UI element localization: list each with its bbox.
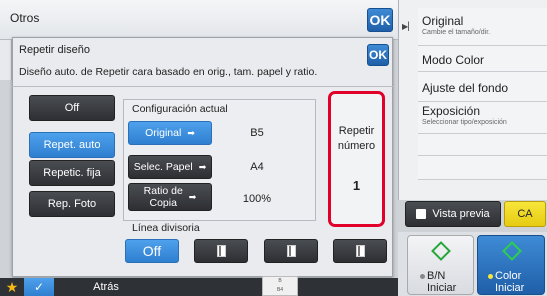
repeat-count-value: 1 (352, 178, 361, 193)
current-config-title: Configuración actual (132, 103, 228, 115)
copy-ratio-button[interactable]: Ratio de Copia ➡ (128, 183, 212, 211)
bw-dot-icon (420, 274, 425, 279)
panel-expand-icon[interactable]: ▶▏ (402, 22, 414, 31)
bw-start-label: B/N Iniciar (420, 270, 456, 294)
panel-item-empty (418, 156, 547, 180)
preview-button[interactable]: Vista previa (405, 201, 501, 227)
preview-icon (416, 209, 427, 219)
dialog-title: Repetir diseño (19, 44, 90, 56)
original-size-value: B5 (250, 127, 264, 139)
mode-off-button[interactable]: Off (29, 95, 115, 121)
panel-item-label: Ajuste del fondo (422, 81, 509, 95)
original-button[interactable]: Original ➡ (128, 121, 212, 145)
color-label-line2: Iniciar (495, 282, 525, 294)
repeat-count-label-line2: número (337, 140, 376, 152)
original-button-label: Original (145, 127, 182, 139)
color-dot-icon (488, 274, 493, 279)
color-label-line1: Color (495, 270, 522, 282)
thumb-line: B4 (276, 287, 284, 293)
thumb-line: B (278, 278, 282, 284)
bw-label-line1: B/N (427, 270, 446, 282)
mode-auto-repeat-button[interactable]: Repet. auto (29, 132, 115, 158)
paper-select-button[interactable]: Selec. Papel ➡ (128, 155, 212, 179)
clear-all-button[interactable]: CA (504, 201, 546, 227)
ok-button[interactable]: OK (367, 8, 393, 32)
repeat-count-label: Repetir número (331, 124, 382, 154)
repeat-count-box[interactable] (328, 91, 385, 227)
dialog-ok-button[interactable]: OK (367, 44, 389, 66)
divider-style-3-button[interactable] (333, 239, 387, 263)
panel-item-sub: Seleccionar tipo/exposición (422, 119, 507, 126)
panel-item-label: Modo Color (422, 53, 485, 67)
page-divider-icon (216, 245, 226, 257)
divider-off-button[interactable]: Off (125, 239, 179, 263)
check-icon[interactable]: ✓ (24, 278, 54, 296)
color-start-button[interactable]: Color Iniciar (477, 235, 545, 295)
panel-item-exposure[interactable]: Exposición Seleccionar tipo/exposición (418, 102, 547, 134)
bw-start-button[interactable]: B/N Iniciar (407, 235, 474, 295)
bw-label-line2: Iniciar (427, 282, 457, 294)
start-diamond-icon (431, 241, 451, 261)
copy-ratio-value: 100% (242, 193, 272, 205)
arrow-right-icon: ➡ (188, 192, 197, 202)
panel-item-original[interactable]: Original Cambie el tamaño/dir. (418, 8, 547, 46)
mode-fixed-repeat-button[interactable]: Repetic. fija (29, 160, 115, 186)
start-diamond-icon (502, 241, 522, 261)
divider (12, 86, 393, 87)
divider-style-1-button[interactable] (194, 239, 248, 263)
repeat-count-label-line1: Repetir (338, 125, 375, 137)
side-tab[interactable] (0, 40, 12, 80)
mode-photo-repeat-button[interactable]: Rep. Foto (29, 191, 115, 217)
panel-item-label: Exposición (422, 104, 481, 118)
paper-select-label: Selec. Papel (133, 161, 193, 173)
divider-style-2-button[interactable] (264, 239, 318, 263)
header-bar: Otros (0, 0, 398, 40)
back-button[interactable]: Atrás (56, 278, 156, 296)
star-icon[interactable]: ★ (2, 278, 22, 296)
preview-thumbnail: B B4 (262, 276, 298, 296)
panel-item-color-mode[interactable]: Modo Color (418, 46, 547, 72)
preview-button-label: Vista previa (432, 208, 490, 220)
page-divider-icon (355, 245, 365, 257)
divider-line-label: Línea divisoria (132, 222, 200, 234)
panel-item-background[interactable]: Ajuste del fondo (418, 72, 547, 102)
arrow-right-icon: ➡ (187, 128, 195, 138)
window-title: Otros (10, 11, 40, 25)
panel-item-sub: Cambie el tamaño/dir. (422, 29, 491, 36)
page-divider-icon (286, 245, 296, 257)
dialog-description: Diseño auto. de Repetir cara basado en o… (19, 66, 318, 78)
copy-ratio-label: Ratio de Copia (144, 185, 183, 209)
arrow-right-icon: ➡ (198, 162, 207, 172)
paper-size-value: A4 (250, 161, 264, 173)
copy-ratio-label-line1: Ratio de (143, 185, 183, 197)
color-start-label: Color Iniciar (488, 270, 524, 294)
panel-item-empty (418, 134, 547, 156)
panel-item-label: Original (422, 14, 464, 28)
copy-ratio-label-line2: Copia (149, 197, 177, 209)
